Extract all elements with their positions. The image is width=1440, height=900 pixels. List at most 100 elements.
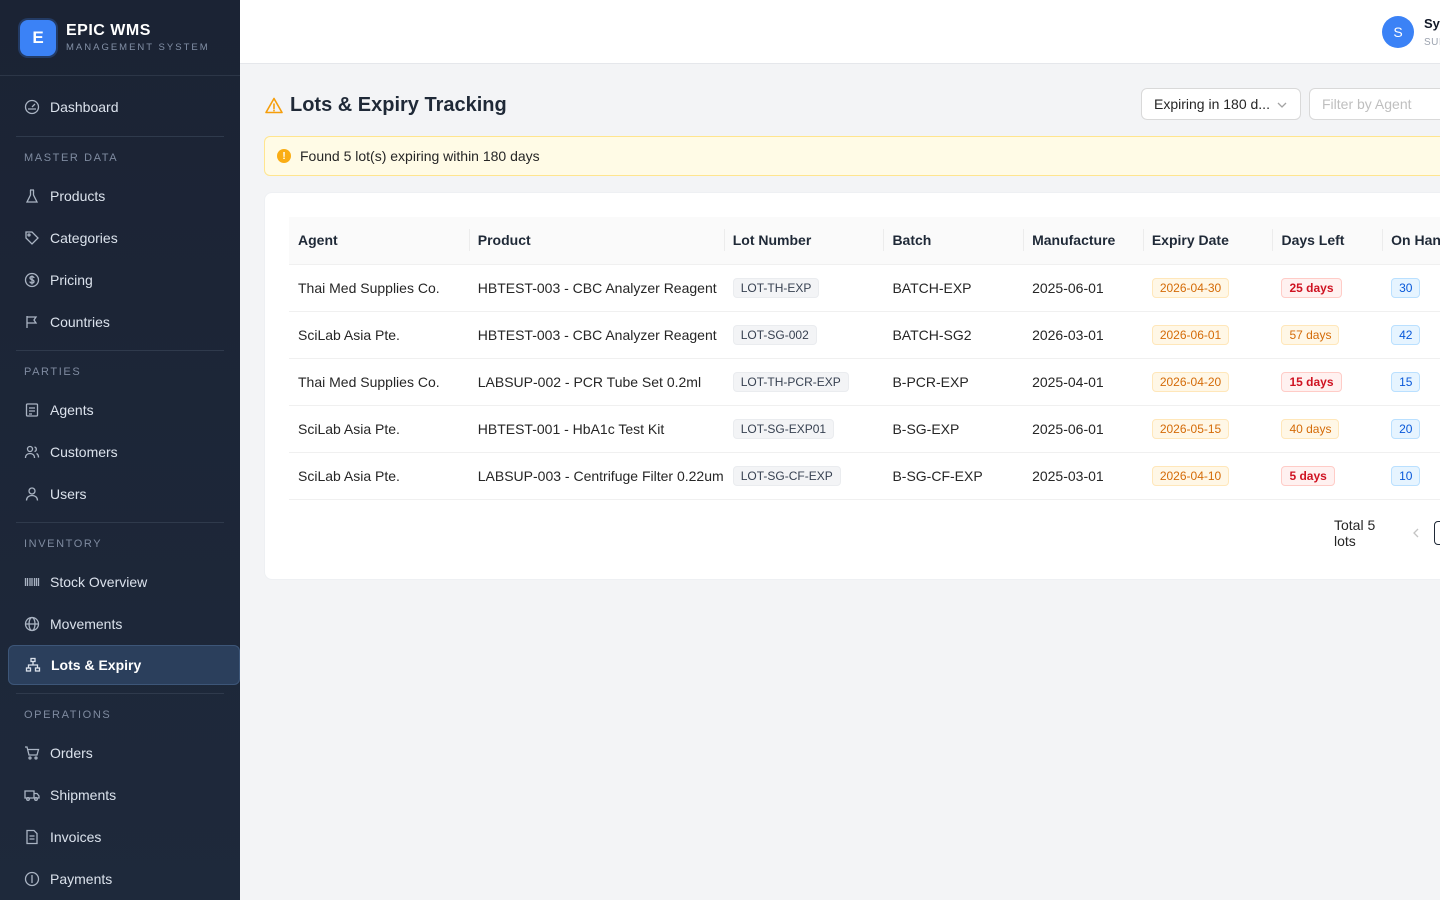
sidebar-item-dashboard[interactable]: Dashboard [0,86,240,128]
table-header-row: Agent Product Lot Number Batch Manufactu… [289,217,1440,265]
cluster-icon [25,657,41,673]
lot-tag: LOT-TH-EXP [732,277,820,298]
expiry-tag: 2026-04-30 [1151,277,1230,298]
column-header-expiry-date[interactable]: Expiry Date [1142,217,1273,265]
cell-manufacture: 2026-03-01 [1023,311,1143,359]
lot-tag: LOT-TH-PCR-EXP [732,371,849,392]
sidebar-item-customers[interactable]: Customers [0,431,240,473]
cell-batch: B-SG-CF-EXP [883,452,1024,500]
sidebar-item-categories[interactable]: Categories [0,217,240,259]
on-hand-tag: 10 [1391,465,1421,486]
column-header-product[interactable]: Product [468,217,724,265]
avatar[interactable]: S [1382,16,1414,48]
sidebar-item-agents[interactable]: Agents [0,389,240,431]
file-icon [24,829,40,845]
page-number-button[interactable] [1434,521,1440,545]
sidebar-item-label: Customers [50,444,118,460]
cell-batch: BATCH-EXP [883,264,1024,312]
lot-tag: LOT-SG-CF-EXP [732,465,841,486]
sidebar-item-stock-overview[interactable]: Stock Overview [0,561,240,603]
cell-manufacture: 2025-03-01 [1023,452,1143,500]
dashboard-icon [24,99,40,115]
tag-icon [24,230,40,246]
cell-expiry: 2026-04-30 [1142,264,1273,312]
pagination-total: Total 5 lots [1334,517,1376,549]
table-row[interactable]: Thai Med Supplies Co. LABSUP-002 - PCR T… [289,358,1440,406]
days-left-tag: 57 days [1281,324,1340,345]
cell-product: HBTEST-003 - CBC Analyzer Reagent [468,311,724,359]
sidebar-item-payments[interactable]: Payments [0,858,240,900]
sidebar-item-label: Products [50,188,106,204]
lot-tag: LOT-SG-002 [732,324,817,345]
agent-filter-input[interactable]: Filter by Agent [1309,88,1440,120]
cell-batch: B-PCR-EXP [883,358,1024,406]
cell-batch: B-SG-EXP [883,405,1024,453]
brand-logo: E [20,19,56,56]
section-title-operations: OPERATIONS [24,709,112,721]
days-left-tag: 40 days [1281,418,1340,439]
sidebar-item-label: Dashboard [50,99,119,115]
cell-days-left: 15 days [1272,358,1383,406]
sidebar-item-label: Movements [50,616,123,632]
sidebar-item-products[interactable]: Products [0,175,240,217]
cell-expiry: 2026-04-10 [1142,452,1273,500]
days-left-tag: 5 days [1281,465,1335,486]
lot-tag: LOT-SG-EXP01 [732,418,835,439]
cell-days-left: 57 days [1272,311,1383,359]
sidebar-item-countries[interactable]: Countries [0,301,240,343]
on-hand-tag: 42 [1391,324,1421,345]
cell-lot: LOT-SG-EXP01 [723,405,884,453]
cell-agent: Thai Med Supplies Co. [289,264,469,312]
page-title: Lots & Expiry Tracking [264,94,507,117]
sidebar-item-label: Pricing [50,272,93,288]
column-header-agent[interactable]: Agent [289,217,469,265]
sidebar-item-orders[interactable]: Orders [0,732,240,774]
column-header-days-left[interactable]: Days Left [1272,217,1383,265]
user-icon [24,486,40,502]
flask-icon [24,188,40,204]
truck-icon [24,787,40,803]
barcode-icon [24,574,40,590]
expiry-tag: 2026-04-10 [1151,465,1230,486]
sidebar-item-lots-expiry[interactable]: Lots & Expiry [8,645,240,685]
alert-message: Found 5 lot(s) expiring within 180 days [300,148,540,164]
on-hand-tag: 30 [1391,277,1421,298]
sidebar-item-invoices[interactable]: Invoices [0,816,240,858]
brand-subtitle: MANAGEMENT SYSTEM [66,42,210,53]
section-title-master-data: MASTER DATA [24,152,119,164]
cell-agent: SciLab Asia Pte. [289,405,469,453]
id-card-icon [24,402,40,418]
cell-manufacture: 2025-06-01 [1023,264,1143,312]
sidebar: E EPIC WMS MANAGEMENT SYSTEM Dashboard M… [0,0,240,900]
cell-manufacture: 2025-06-01 [1023,405,1143,453]
lots-table: Agent Product Lot Number Batch Manufactu… [289,217,1440,500]
expiry-filter-select[interactable]: Expiring in 180 d... [1141,88,1301,120]
flag-icon [24,314,40,330]
cell-lot: LOT-TH-EXP [723,264,884,312]
chevron-down-icon [1276,98,1288,114]
dollar-icon [24,272,40,288]
sidebar-item-pricing[interactable]: Pricing [0,259,240,301]
table-row[interactable]: SciLab Asia Pte. HBTEST-001 - HbA1c Test… [289,405,1440,453]
column-header-batch[interactable]: Batch [883,217,1024,265]
table-row[interactable]: Thai Med Supplies Co. HBTEST-003 - CBC A… [289,264,1440,312]
table-row[interactable]: SciLab Asia Pte. HBTEST-003 - CBC Analyz… [289,311,1440,359]
top-header: S Sys SUI [240,0,1440,64]
chevron-left-icon[interactable] [1410,527,1422,539]
column-header-lot-number[interactable]: Lot Number [723,217,884,265]
cell-on-hand: 15 [1382,358,1440,406]
warning-icon [264,96,284,116]
brand-title: EPIC WMS [66,22,151,39]
cell-product: HBTEST-003 - CBC Analyzer Reagent [468,264,724,312]
sidebar-item-shipments[interactable]: Shipments [0,774,240,816]
cell-batch: BATCH-SG2 [883,311,1024,359]
table-row[interactable]: SciLab Asia Pte. LABSUP-003 - Centrifuge… [289,452,1440,500]
globe-icon [24,616,40,632]
column-header-on-hand[interactable]: On Han [1382,217,1440,265]
column-header-manufacture[interactable]: Manufacture [1023,217,1143,265]
cell-agent: SciLab Asia Pte. [289,311,469,359]
cell-agent: Thai Med Supplies Co. [289,358,469,406]
sidebar-item-users[interactable]: Users [0,473,240,515]
expiry-tag: 2026-04-20 [1151,371,1230,392]
sidebar-item-movements[interactable]: Movements [0,603,240,645]
